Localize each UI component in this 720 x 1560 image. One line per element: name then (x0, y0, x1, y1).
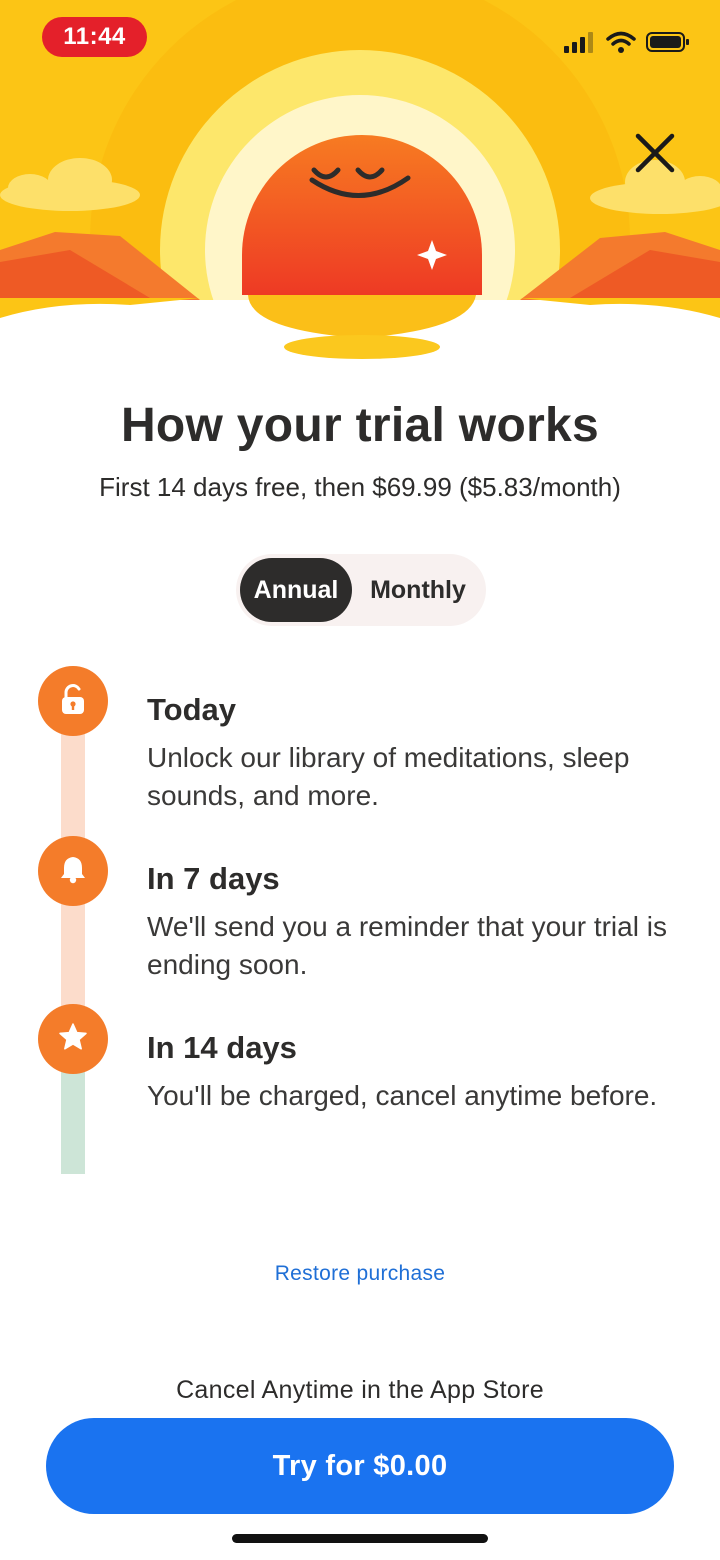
close-icon (630, 133, 680, 182)
battery-icon (646, 31, 690, 58)
restore-purchase-link[interactable]: Restore purchase (0, 1262, 720, 1286)
price-subtitle: First 14 days free, then $69.99 ($5.83/m… (99, 472, 621, 502)
status-bar: 11:44 (0, 0, 720, 80)
unlock-icon (57, 682, 89, 721)
step-title-14-days: In 14 days (147, 1030, 297, 1065)
close-button[interactable] (630, 128, 680, 178)
try-free-button[interactable]: Try for $0.00 (46, 1418, 674, 1514)
step-desc-today: Unlock our library of meditations, sleep… (147, 742, 630, 811)
home-indicator[interactable] (232, 1534, 488, 1543)
step-icon-7-days (38, 836, 108, 906)
cellular-signal-icon (564, 31, 596, 58)
status-time: 11:44 (42, 17, 147, 57)
wifi-icon (606, 31, 636, 58)
step-desc-14-days: You'll be charged, cancel anytime before… (147, 1080, 658, 1111)
step-title-7-days: In 7 days (147, 861, 280, 896)
step-icon-14-days (38, 1004, 108, 1074)
cancel-anytime-note: Cancel Anytime in the App Store (176, 1376, 544, 1404)
plan-option-monthly[interactable]: Monthly (354, 558, 482, 622)
star-icon (57, 1021, 89, 1058)
status-icons (564, 28, 690, 60)
plan-toggle: Annual Monthly (236, 554, 486, 626)
step-icon-today (38, 666, 108, 736)
page-title: How your trial works (120, 399, 600, 452)
step-desc-7-days: We'll send you a reminder that your tria… (147, 911, 667, 980)
step-title-today: Today (147, 692, 236, 727)
plan-option-annual[interactable]: Annual (240, 558, 352, 622)
bell-icon (58, 853, 88, 890)
